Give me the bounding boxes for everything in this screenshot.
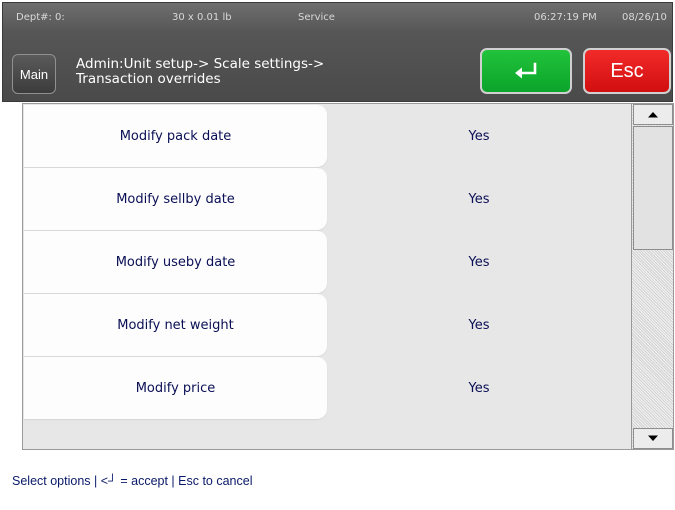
option-label[interactable]: Modify net weight [24, 294, 327, 356]
enter-return-icon [515, 62, 537, 79]
breadcrumb-line-2: Transaction overrides [76, 71, 221, 87]
option-value[interactable]: Yes [327, 294, 631, 356]
breadcrumb: Admin:Unit setup-> Scale settings-> Tran… [76, 57, 456, 87]
date-status: 08/26/10 [622, 12, 667, 23]
main-button[interactable]: Main [12, 54, 56, 94]
scroll-up-button[interactable] [633, 104, 673, 125]
accept-button[interactable] [480, 48, 572, 94]
scale-screen: Dept#: 0: 30 x 0.01 lb Service 06:27:19 … [0, 0, 675, 510]
option-label[interactable]: Modify sellby date [24, 168, 327, 230]
option-label[interactable]: Modify pack date [24, 105, 327, 167]
list-row[interactable]: Modify sellby date Yes [24, 168, 631, 230]
list-row[interactable]: Modify pack date Yes [24, 105, 631, 167]
options-list: Modify pack date Yes Modify sellby date … [22, 103, 674, 450]
list-row[interactable]: Modify net weight Yes [24, 294, 631, 356]
option-value[interactable]: Yes [327, 357, 631, 419]
option-label[interactable]: Modify price [24, 357, 327, 419]
time-status: 06:27:19 PM [534, 12, 597, 23]
mode-status: Service [298, 12, 335, 23]
list-row[interactable]: Modify price Yes [24, 357, 631, 419]
department-status: Dept#: 0: [16, 12, 65, 23]
breadcrumb-line-1: Admin:Unit setup-> Scale settings-> [76, 56, 325, 72]
scroll-down-button[interactable] [633, 428, 673, 449]
vertical-scrollbar[interactable] [631, 103, 673, 450]
list-row[interactable]: Modify useby date Yes [24, 231, 631, 293]
triangle-down-icon [648, 435, 658, 441]
option-value[interactable]: Yes [327, 105, 631, 167]
footer-hint: Select options | <┘ = accept | Esc to ca… [12, 474, 253, 488]
scrollbar-thumb[interactable] [633, 126, 673, 250]
option-value[interactable]: Yes [327, 168, 631, 230]
escape-button[interactable]: Esc [583, 48, 671, 94]
option-label[interactable]: Modify useby date [24, 231, 327, 293]
option-value[interactable]: Yes [327, 231, 631, 293]
triangle-up-icon [648, 112, 658, 118]
weight-status: 30 x 0.01 lb [172, 12, 232, 23]
